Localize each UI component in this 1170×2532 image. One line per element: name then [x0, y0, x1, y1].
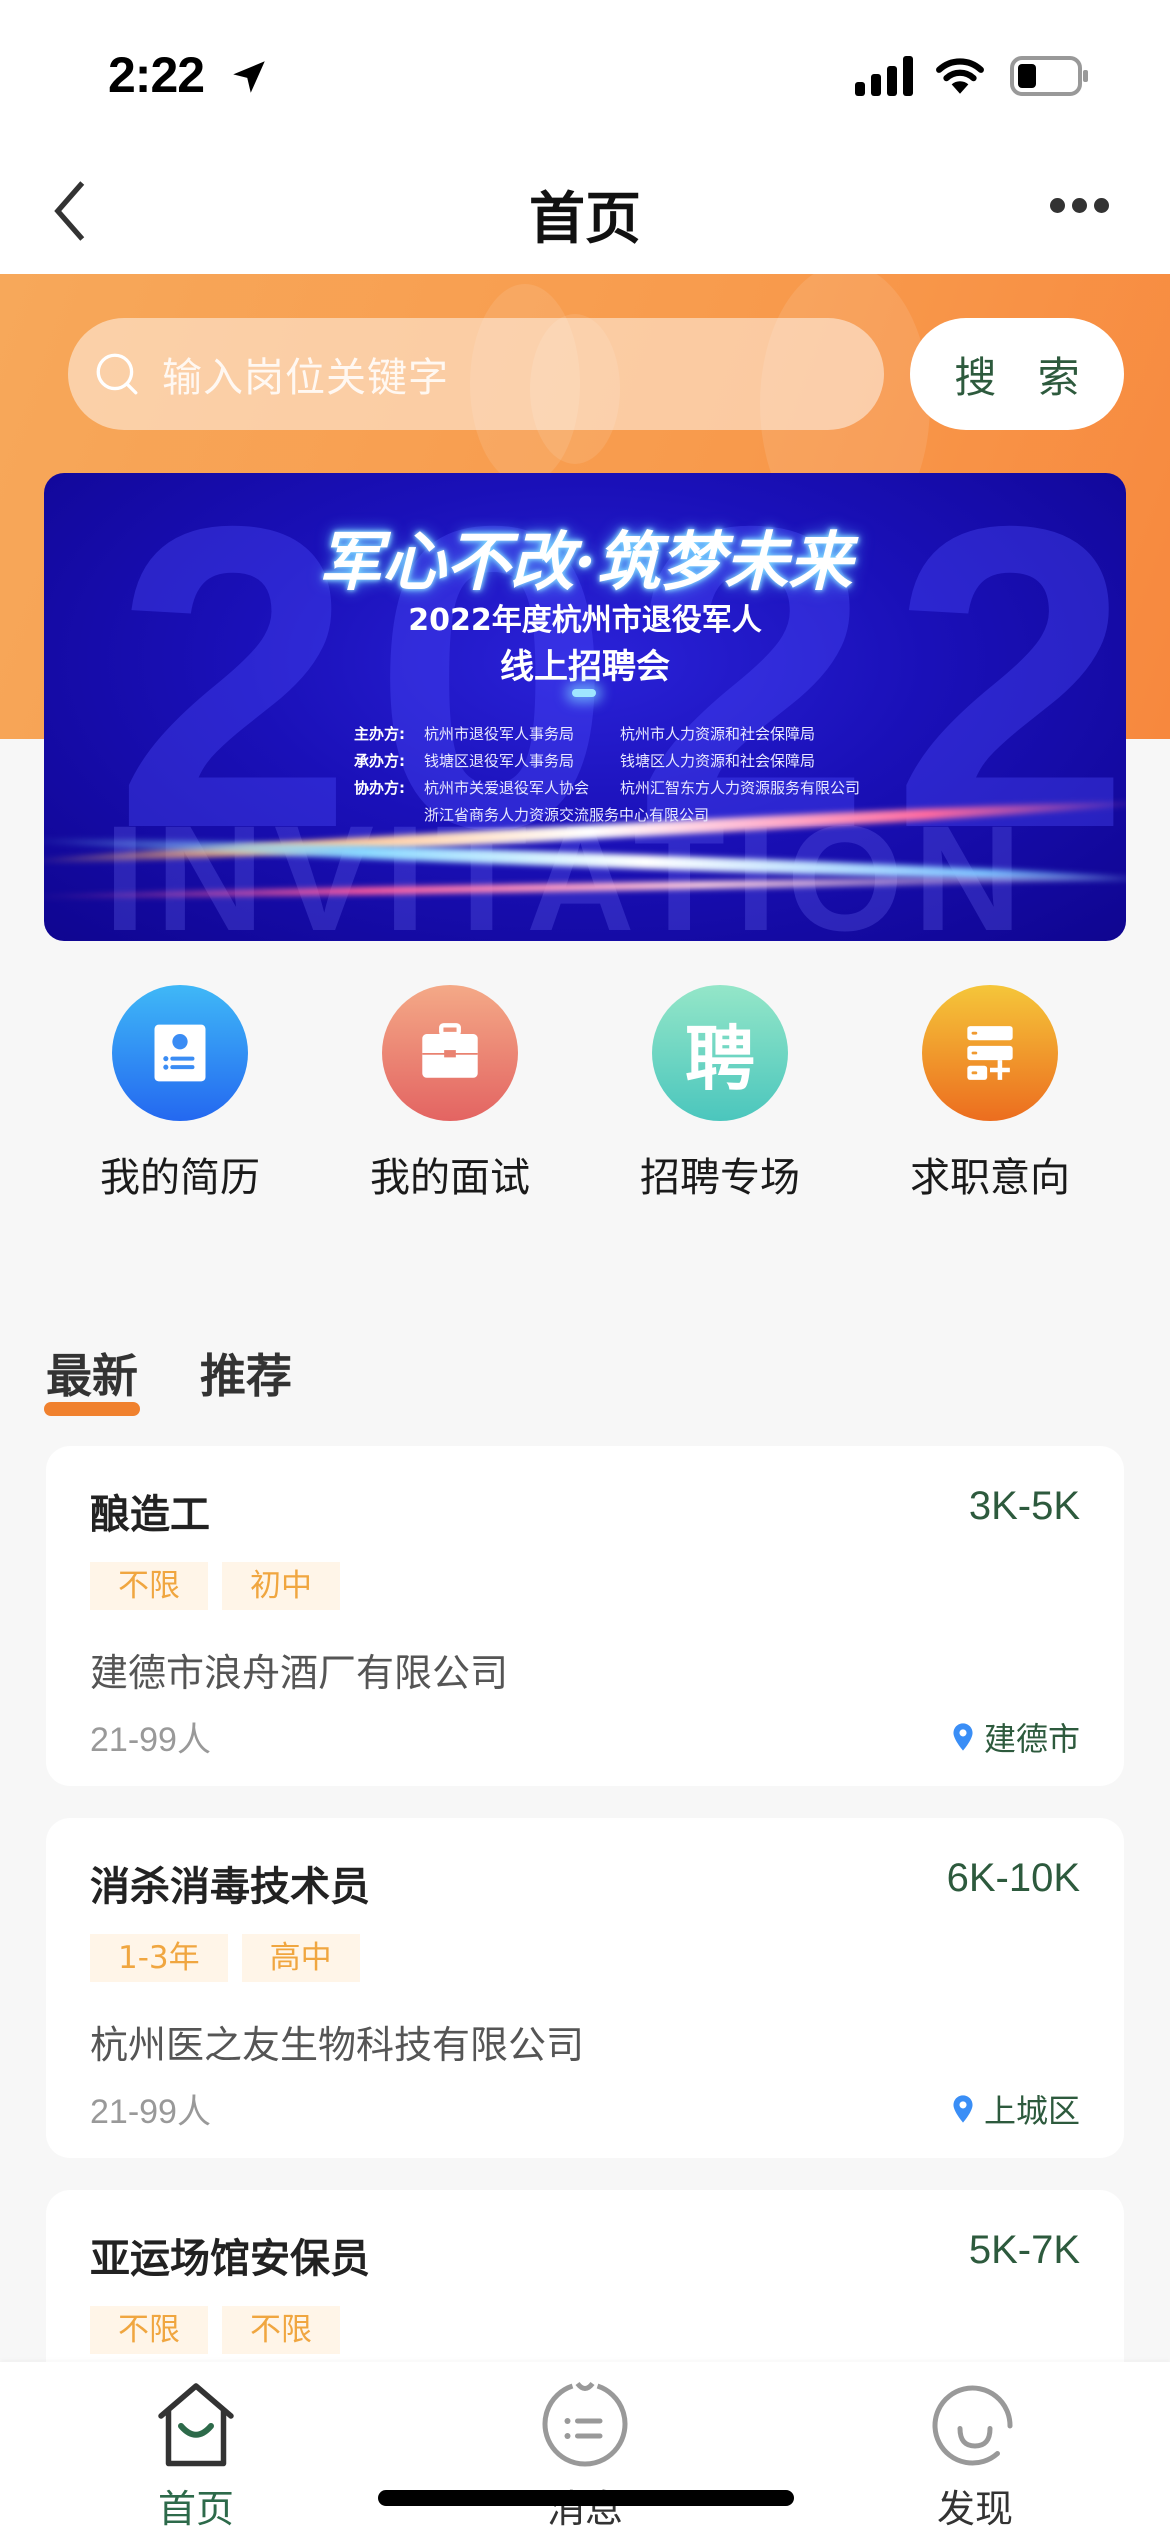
search-button[interactable]: 搜 索 [910, 318, 1124, 430]
organizer-name: 杭州市退役军人事务局 [424, 725, 575, 743]
location-pin-icon [953, 2095, 973, 2123]
quick-action-label: 求职意向 [910, 1155, 1070, 1201]
organizer-name: 杭州市人力资源和社会保障局 [620, 725, 816, 743]
banner-glow-dot [572, 689, 596, 697]
job-salary: 6K-10K [946, 1856, 1080, 1900]
more-dot [1094, 198, 1109, 213]
job-location: 建德市 [952, 1714, 1080, 1760]
battery-icon [1010, 56, 1088, 96]
home-indicator [378, 2490, 794, 2506]
job-location: 上城区 [952, 2086, 1080, 2132]
job-company: 杭州医之友生物科技有限公司 [90, 2023, 585, 2067]
bottom-tab-messages[interactable]: 消息 [485, 2376, 685, 2532]
job-card[interactable]: 酿造工 3K-5K 不限 初中 建德市浪舟酒厂有限公司 21-99人 建德市 [46, 1446, 1124, 1786]
organizer-row: 承办方: 钱塘区退役军人事务局 钱塘区人力资源和社会保障局 [354, 748, 860, 775]
job-tag: 1-3年 [90, 1934, 228, 1982]
job-tag: 不限 [90, 2306, 208, 2354]
job-salary: 5K-7K [968, 2228, 1080, 2272]
status-time: 2:22 [108, 47, 205, 103]
job-tag: 不限 [222, 2306, 340, 2354]
more-dot [1072, 198, 1087, 213]
status-bar: 2:22 [0, 0, 1170, 150]
quick-action-label: 我的面试 [370, 1155, 530, 1201]
banner-organizers: 主办方: 杭州市退役军人事务局 杭州市人力资源和社会保障局 承办方: 钱塘区退役… [354, 721, 860, 829]
recruit-glyph: 聘 [685, 1017, 755, 1100]
quick-action-recruitment[interactable]: 聘 招聘专场 [600, 985, 840, 1203]
job-title: 消杀消毒技术员 [90, 1864, 370, 1910]
job-tag: 高中 [241, 1934, 360, 1982]
job-location-text: 建德市 [983, 1720, 1080, 1758]
job-salary: 3K-5K [968, 1484, 1080, 1528]
quick-action-resume[interactable]: 我的简历 [60, 985, 300, 1203]
quick-actions: 我的简历 我的面试 聘 招聘专场 求职意向 [0, 985, 1170, 1205]
bottom-tab-home[interactable]: 首页 [96, 2376, 296, 2532]
job-intention-add-icon [922, 985, 1058, 1121]
location-pin-icon [953, 1723, 973, 1751]
briefcase-icon [382, 985, 518, 1121]
bottom-tab-discover[interactable]: 发现 [875, 2376, 1075, 2532]
organizer-row: 主办方: 杭州市退役军人事务局 杭州市人力资源和社会保障局 [354, 721, 860, 748]
organizer-role: 主办方: [354, 725, 405, 743]
search-input[interactable]: 输入岗位关键字 [68, 318, 884, 430]
organizer-name: 浙江省商务人力资源交流服务中心有限公司 [424, 806, 710, 824]
bottom-tab-label: 首页 [157, 2487, 234, 2531]
more-button[interactable] [1050, 190, 1120, 220]
bottom-tab-label: 发现 [936, 2487, 1013, 2531]
company-size: 21-99人 [90, 1721, 211, 1759]
job-title: 酿造工 [90, 1492, 210, 1538]
resume-icon [112, 985, 248, 1121]
organizer-role: 协办方: [354, 779, 405, 797]
organizer-name: 钱塘区人力资源和社会保障局 [620, 752, 816, 770]
company-size: 21-99人 [90, 2093, 211, 2131]
job-tags: 不限 初中 [90, 1562, 354, 1610]
job-tags: 不限 不限 [90, 2306, 354, 2354]
job-tag: 不限 [90, 1562, 208, 1610]
job-list-tabs: 最新 推荐 [44, 1340, 354, 1416]
job-location-text: 上城区 [983, 2092, 1080, 2130]
tab-recommended[interactable]: 推荐 [200, 1340, 292, 1410]
organizer-row: 浙江省商务人力资源交流服务中心有限公司 [354, 802, 860, 829]
page-title: 首页 [529, 187, 641, 252]
wifi-icon [936, 58, 984, 94]
recruitment-banner[interactable]: 2022 INVITATION 军心不改·筑梦未来 2022年度杭州市退役军人 … [44, 473, 1126, 941]
organizer-role: 承办方: [354, 752, 405, 770]
organizer-row: 协办方: 杭州市关爱退役军人协会 杭州汇智东方人力资源服务有限公司 [354, 775, 860, 802]
organizer-name: 杭州汇智东方人力资源服务有限公司 [620, 779, 861, 797]
organizer-name: 钱塘区退役军人事务局 [424, 752, 575, 770]
banner-subtitle: 2022年度杭州市退役军人 [408, 603, 762, 638]
bottom-tab-bar: 首页 消息 发现 [0, 2362, 1170, 2532]
discover-icon [932, 2385, 1013, 2466]
quick-action-interview[interactable]: 我的面试 [330, 985, 570, 1203]
job-title: 亚运场馆安保员 [90, 2236, 370, 2282]
message-icon [542, 2381, 628, 2467]
search-icon [96, 353, 138, 395]
quick-action-intention[interactable]: 求职意向 [870, 985, 1110, 1203]
location-arrow-icon [233, 61, 265, 93]
job-tags: 1-3年 高中 [90, 1934, 374, 1982]
tab-latest[interactable]: 最新 [44, 1340, 140, 1416]
cellular-signal-icon [855, 56, 913, 96]
organizer-name: 杭州市关爱退役军人协会 [424, 779, 590, 797]
job-card[interactable]: 消杀消毒技术员 6K-10K 1-3年 高中 杭州医之友生物科技有限公司 21-… [46, 1818, 1124, 2158]
banner-subtitle: 线上招聘会 [500, 647, 670, 687]
search-placeholder: 输入岗位关键字 [162, 355, 449, 401]
quick-action-label: 招聘专场 [640, 1155, 800, 1201]
job-tag: 初中 [222, 1562, 340, 1610]
nav-bar: 首页 [0, 150, 1170, 274]
recruit-char-icon: 聘 [652, 985, 788, 1121]
more-dot [1050, 198, 1065, 213]
job-company: 建德市浪舟酒厂有限公司 [90, 1651, 509, 1695]
quick-action-label: 我的简历 [100, 1155, 260, 1201]
home-icon [158, 2383, 234, 2467]
banner-slogan: 军心不改·筑梦未来 [317, 525, 853, 600]
